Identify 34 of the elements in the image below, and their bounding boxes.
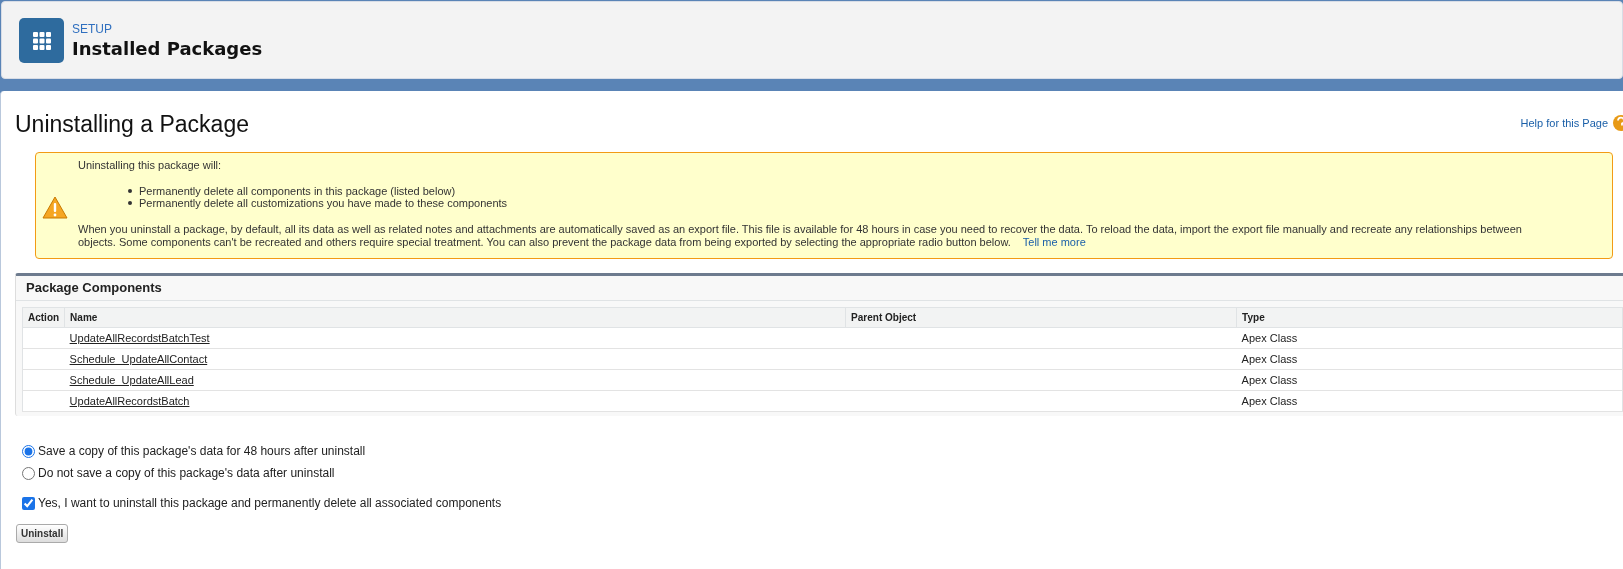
radio-button[interactable]: [22, 444, 35, 458]
option-label: Yes, I want to uninstall this package and permanently delete all associated components: [38, 496, 502, 510]
warning-text: When you uninstall a package, by default, all its data as well as related notes and attachments are automatically saved as an export file. This file is available for 48 hours in case you need to recover the data. To reload the data, import the export file manually and recreate any relationships between objects. Some components can't be recreated and others require special treatment. You can also prevent the package data from being exported by selecting the appropriate radio button below. Tell me more: [78, 223, 1523, 249]
table-cell: Apex Class: [1236, 390, 1623, 412]
table-cell: Apex Class: [1236, 327, 1623, 349]
checkbox[interactable]: [22, 496, 35, 510]
column-header: Type: [1236, 307, 1623, 328]
column-header: Parent Object: [845, 307, 1237, 328]
bullet-item: Permanently delete all customizations you have made to these components: [139, 197, 508, 209]
tell-me-more-link[interactable]: Tell me more: [1022, 236, 1086, 248]
page-header-title: Installed Packages: [72, 37, 263, 59]
bullet-item: Permanently delete all components in this package (listed below): [139, 185, 456, 197]
radio-button[interactable]: [22, 466, 35, 480]
component-link[interactable]: Schedule_UpdateAllLead: [69, 374, 194, 386]
component-link[interactable]: Schedule_UpdateAllContact: [69, 353, 208, 365]
page-title: Uninstalling a Package: [15, 111, 249, 138]
component-link[interactable]: UpdateAllRecordstBatch: [69, 395, 190, 407]
help-icon[interactable]: [1613, 115, 1623, 131]
warning-intro: Uninstalling this package will:: [78, 159, 223, 171]
table-cell: Apex Class: [1236, 348, 1623, 370]
column-header: Action: [22, 307, 65, 328]
uninstall-button[interactable]: Uninstall: [16, 524, 69, 543]
help-link[interactable]: Help for this Page: [1520, 117, 1608, 129]
option-label: Save a copy of this package's data for 48 hours after uninstall: [38, 444, 366, 458]
warning-icon: [42, 195, 68, 219]
component-link[interactable]: UpdateAllRecordstBatchTest: [69, 332, 210, 344]
section-title: Package Components: [16, 276, 1623, 301]
breadcrumb: SETUP: [72, 21, 112, 36]
bullet-icon: [128, 201, 132, 205]
app-grid-icon: [19, 17, 64, 63]
column-header: Name: [64, 307, 846, 328]
option-label: Do not save a copy of this package's data after uninstall: [38, 466, 335, 480]
table-cell: Apex Class: [1236, 369, 1623, 391]
bullet-icon: [128, 189, 132, 193]
